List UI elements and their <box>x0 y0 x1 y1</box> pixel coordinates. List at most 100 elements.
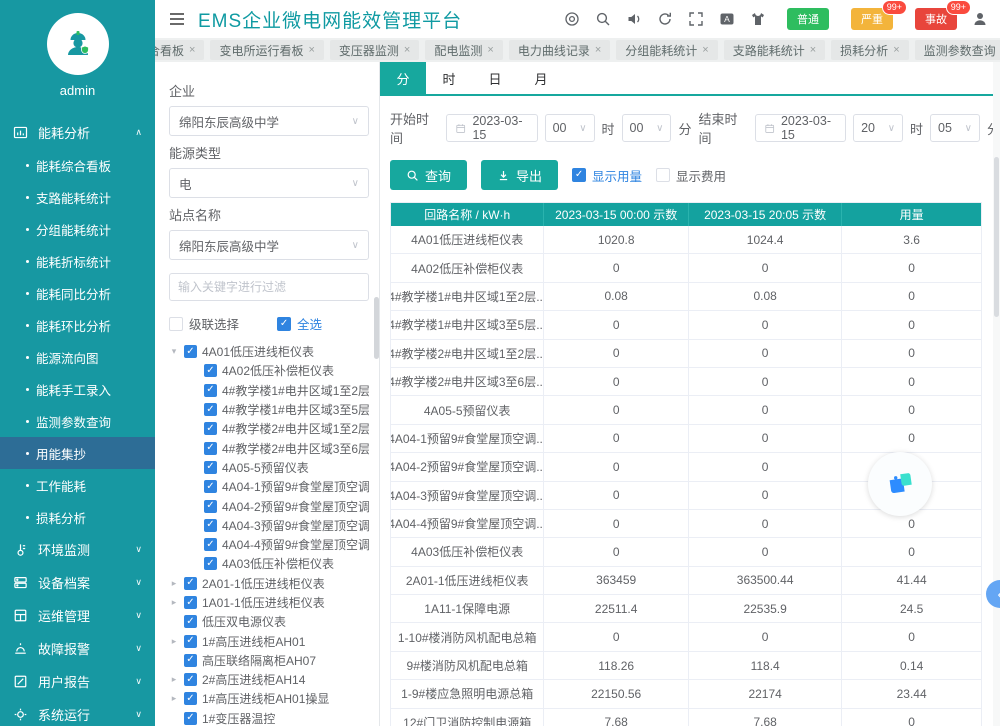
sidebar-subitem[interactable]: 能耗环比分析 <box>0 309 155 341</box>
tab[interactable]: 电力曲线记录 × <box>509 40 610 60</box>
tab-close-icon[interactable]: × <box>404 44 410 56</box>
status-badge[interactable]: 普通 <box>787 8 829 30</box>
show-usage-toggle[interactable]: 显示用量 <box>572 166 642 185</box>
hamburger-menu-icon[interactable] <box>169 12 185 26</box>
tab[interactable]: 分组能耗统计 × <box>616 40 717 60</box>
tree-item[interactable]: ▾ 4A01低压进线柜仪表 <box>169 342 369 361</box>
sidebar-subitem[interactable]: 用能集抄 <box>0 437 155 469</box>
sidebar-subitem[interactable]: 分组能耗统计 <box>0 213 155 245</box>
company-select[interactable]: 绵阳东辰高级中学 ∨ <box>169 106 369 136</box>
tree-item[interactable]: ▸ 1A01-1低压进线柜仪表 <box>169 593 369 612</box>
sidebar-subitem[interactable]: 损耗分析 <box>0 501 155 533</box>
start-hour-select[interactable]: 00∨ <box>545 114 595 142</box>
period-tab[interactable]: 月 <box>518 62 564 94</box>
tree-caret-icon[interactable]: ▸ <box>169 674 179 685</box>
tree-item-checkbox[interactable] <box>204 364 217 377</box>
page-scrollbar[interactable] <box>993 62 1000 726</box>
tree-scrollbar[interactable] <box>374 297 379 359</box>
tab[interactable]: 变电所运行看板 × <box>210 40 323 60</box>
export-button[interactable]: 导出 <box>481 160 558 190</box>
tree-item[interactable]: ▸ 1#高压进线柜AH01操显 <box>169 689 369 708</box>
tree-item-checkbox[interactable] <box>204 403 217 416</box>
show-cost-toggle[interactable]: 显示费用 <box>656 166 726 185</box>
tree-item[interactable]: 4#教学楼2#电井区域1至2层动力仪表 <box>169 419 369 438</box>
sidebar-subitem[interactable]: 能耗综合看板 <box>0 149 155 181</box>
tree-item[interactable]: 高压联络隔离柜AH07 <box>169 651 369 670</box>
fullscreen-icon[interactable] <box>688 11 704 27</box>
tab-close-icon[interactable]: × <box>893 44 899 56</box>
tab[interactable]: 支路能耗统计 × <box>724 40 825 60</box>
translate-icon[interactable]: A <box>719 11 735 27</box>
user-icon[interactable] <box>972 11 988 27</box>
volume-icon[interactable] <box>626 11 642 27</box>
sidebar-group[interactable]: 故障报警 ∨ <box>0 632 155 665</box>
theme-icon[interactable] <box>750 11 766 27</box>
tree-item-checkbox[interactable] <box>184 635 197 648</box>
tree-item[interactable]: 4A04-3预留9#食堂屋顶空调机组仪表 <box>169 516 369 535</box>
tree-item-checkbox[interactable] <box>184 577 197 590</box>
sidebar-subitem[interactable]: 支路能耗统计 <box>0 181 155 213</box>
tree-caret-icon[interactable]: ▸ <box>169 636 179 647</box>
tree-item-checkbox[interactable] <box>184 345 197 358</box>
tree-item-checkbox[interactable] <box>204 480 217 493</box>
tree-item[interactable]: 4#教学楼1#电井区域1至2层动力仪表 <box>169 381 369 400</box>
tab-close-icon[interactable]: × <box>189 44 195 56</box>
tree-item-checkbox[interactable] <box>204 384 217 397</box>
sidebar-subitem[interactable]: 能耗折标统计 <box>0 245 155 277</box>
tab[interactable]: 配电监测 × <box>425 40 502 60</box>
tree-caret-icon[interactable]: ▾ <box>169 346 179 357</box>
tree-item[interactable]: ▸ 1#高压进线柜AH01 <box>169 631 369 650</box>
end-hour-select[interactable]: 20∨ <box>853 114 903 142</box>
tab[interactable]: 监测参数查询 × <box>915 40 1000 60</box>
sidebar-group[interactable]: 环境监测 ∨ <box>0 533 155 566</box>
tree-caret-icon[interactable]: ▸ <box>169 693 179 704</box>
period-tab[interactable]: 分 <box>380 62 426 94</box>
tree-item-checkbox[interactable] <box>184 596 197 609</box>
tree-item-checkbox[interactable] <box>204 461 217 474</box>
sidebar-group[interactable]: 设备档案 ∨ <box>0 566 155 599</box>
tree-filter-input[interactable] <box>169 273 369 301</box>
tree-item-checkbox[interactable] <box>204 422 217 435</box>
search-icon[interactable] <box>595 11 611 27</box>
status-badge[interactable]: 事故 99+ <box>915 8 957 30</box>
sidebar-subitem[interactable]: 能源流向图 <box>0 341 155 373</box>
tree-item-checkbox[interactable] <box>184 615 197 628</box>
avatar[interactable] <box>47 13 109 75</box>
tree-item-checkbox[interactable] <box>184 654 197 667</box>
tab[interactable]: 变压器监测 × <box>330 40 419 60</box>
sidebar-subitem[interactable]: 能耗手工录入 <box>0 373 155 405</box>
tree-item[interactable]: ▸ 2#高压进线柜AH14 <box>169 670 369 689</box>
page-scrollbar-thumb[interactable] <box>994 157 999 317</box>
query-button[interactable]: 查询 <box>390 160 467 190</box>
period-tab[interactable]: 时 <box>426 62 472 94</box>
tree-item-checkbox[interactable] <box>204 538 217 551</box>
period-tab[interactable]: 日 <box>472 62 518 94</box>
tree-item[interactable]: 1#变压器温控 <box>169 709 369 726</box>
headset-icon[interactable] <box>564 11 580 27</box>
sidebar-subitem[interactable]: 工作能耗 <box>0 469 155 501</box>
tab[interactable]: 损耗分析 × <box>831 40 908 60</box>
tree-item[interactable]: 4#教学楼1#电井区域3至5层动力仪表 <box>169 400 369 419</box>
select-all-checkbox[interactable] <box>277 317 291 331</box>
tree-item-checkbox[interactable] <box>204 519 217 532</box>
energy-type-select[interactable]: 电 ∨ <box>169 168 369 198</box>
tree-item-checkbox[interactable] <box>184 692 197 705</box>
cascade-checkbox[interactable] <box>169 317 183 331</box>
tree-caret-icon[interactable]: ▸ <box>169 597 179 608</box>
tab-close-icon[interactable]: × <box>702 44 708 56</box>
tree-item-checkbox[interactable] <box>204 500 217 513</box>
tab-close-icon[interactable]: × <box>810 44 816 56</box>
start-minute-select[interactable]: 00∨ <box>622 114 672 142</box>
sidebar-group[interactable]: 能耗分析 ∧ <box>0 116 155 149</box>
show-usage-checkbox[interactable] <box>572 168 586 182</box>
tree-item-checkbox[interactable] <box>204 557 217 570</box>
sidebar-group[interactable]: 系统运行 ∨ <box>0 698 155 726</box>
tree-item[interactable]: 4A05-5预留仪表 <box>169 458 369 477</box>
tree-item-checkbox[interactable] <box>184 712 197 725</box>
tab[interactable]: 综合看板 × <box>155 40 204 60</box>
tree-item-checkbox[interactable] <box>204 442 217 455</box>
tree-item[interactable]: 4A02低压补偿柜仪表 <box>169 361 369 380</box>
sidebar-group[interactable]: 运维管理 ∨ <box>0 599 155 632</box>
refresh-icon[interactable] <box>657 11 673 27</box>
tree-item[interactable]: ▸ 2A01-1低压进线柜仪表 <box>169 574 369 593</box>
